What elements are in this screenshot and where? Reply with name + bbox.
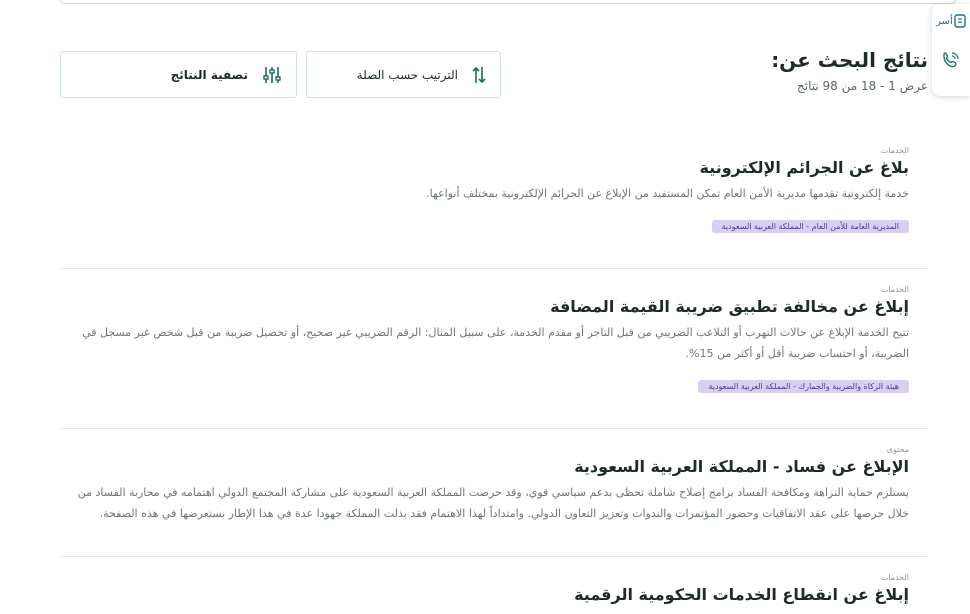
filter-button[interactable]: تصفية النتائج [60, 51, 297, 98]
divider [60, 268, 927, 269]
result-item: الخدمات إبلاغ عن انقطاع الخدمات الحكومية… [60, 573, 927, 604]
result-provider-tag: هيئة الزكاة والضريبة والجمارك - المملكة … [698, 380, 909, 393]
result-provider-tag: المديرية العامة للأمن العام - المملكة ال… [711, 220, 909, 233]
result-title-link[interactable]: الإبلاغ عن فساد - المملكة العربية السعود… [60, 457, 927, 476]
search-input[interactable] [60, 0, 956, 4]
result-title-link[interactable]: بلاغ عن الجرائم الإلكترونية [60, 158, 927, 177]
side-phone-link[interactable] [941, 50, 961, 70]
sort-arrows-icon [472, 65, 486, 85]
phone-icon [941, 50, 961, 70]
result-category: الخدمات [880, 285, 909, 294]
results-count: عرض 1 - 18 من 98 نتائج [796, 79, 928, 93]
result-title-link[interactable]: إبلاغ عن انقطاع الخدمات الحكومية الرقمية [60, 585, 927, 604]
result-category: الخدمات [880, 146, 909, 155]
result-item: الخدمات بلاغ عن الجرائم الإلكترونية خدمة… [60, 146, 927, 233]
divider [60, 556, 927, 557]
result-title-link[interactable]: إبلاغ عن مخالفة تطبيق ضريبة القيمة المضا… [60, 297, 927, 316]
result-description: يستلزم حماية النزاهة ومكافحة الفساد برام… [77, 486, 909, 520]
sort-label: الترتيب حسب الصلة [356, 67, 458, 82]
result-category: محتوى [886, 445, 909, 454]
result-description: خدمة إلكترونية تقدمها مديرية الأمن العام… [426, 187, 909, 200]
divider [60, 428, 927, 429]
sort-button[interactable]: الترتيب حسب الصلة [306, 51, 501, 98]
page-title: نتائج البحث عن: [771, 48, 928, 72]
app-icon [954, 14, 966, 28]
result-category: الخدمات [880, 573, 909, 582]
filter-sliders-icon [262, 65, 282, 85]
floating-side-panel: أسر [932, 4, 970, 96]
result-item: محتوى الإبلاغ عن فساد - المملكة العربية … [60, 445, 927, 524]
filter-label: تصفية النتائج [170, 67, 248, 82]
result-description: تتيح الخدمة الإبلاغ عن حالات التهرب أو ا… [82, 326, 909, 360]
result-item: الخدمات إبلاغ عن مخالفة تطبيق ضريبة القي… [60, 285, 927, 393]
side-app-link[interactable]: أسر [936, 14, 966, 28]
side-app-label: أسر [936, 15, 953, 27]
